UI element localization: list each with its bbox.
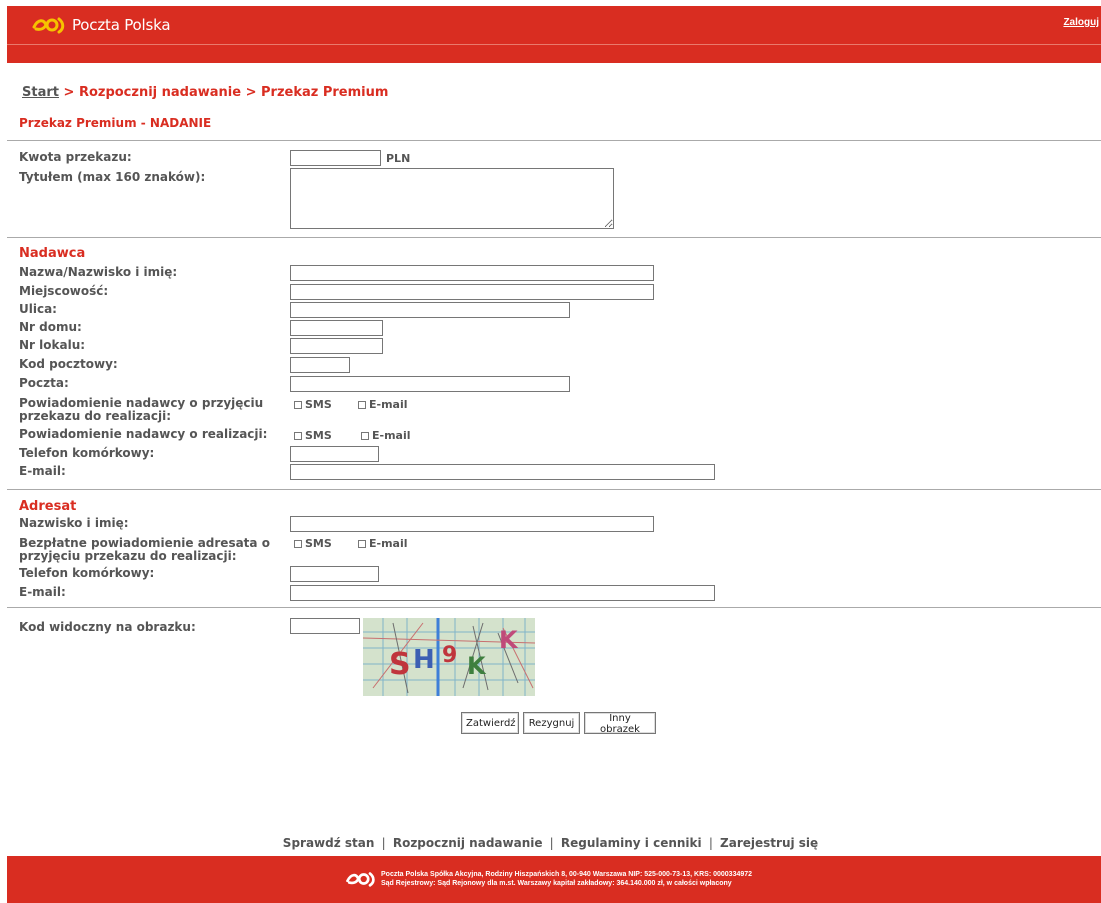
recipient-heading: Adresat bbox=[19, 499, 77, 514]
divider bbox=[7, 237, 1101, 238]
poczta-polska-horn-icon bbox=[32, 17, 65, 34]
divider bbox=[7, 489, 1101, 490]
breadcrumb-current: Przekaz Premium bbox=[261, 85, 389, 100]
sender-phone-label: Telefon komórkowy: bbox=[19, 446, 155, 460]
checkbox-box[interactable] bbox=[358, 539, 366, 548]
footer-separator: | bbox=[708, 836, 713, 850]
checkbox-label: E-mail bbox=[372, 429, 411, 442]
recipient-notify-sms-checkbox[interactable]: SMS bbox=[294, 537, 332, 550]
footer-links: Sprawdź stan | Rozpocznij nadawanie | Re… bbox=[0, 836, 1101, 850]
header-divider bbox=[7, 44, 1101, 45]
captcha-input[interactable] bbox=[290, 618, 360, 634]
sender-notify-done-sms-checkbox[interactable]: SMS bbox=[294, 429, 332, 442]
checkbox-label: SMS bbox=[305, 429, 332, 442]
footer-separator: | bbox=[381, 836, 386, 850]
currency-label: PLN bbox=[386, 152, 411, 165]
footer-link-register[interactable]: Zarejestruj się bbox=[720, 836, 818, 850]
checkbox-box[interactable] bbox=[294, 539, 302, 548]
sender-street-input[interactable] bbox=[290, 302, 570, 318]
checkbox-box[interactable] bbox=[361, 431, 369, 440]
checkbox-box[interactable] bbox=[358, 400, 366, 409]
divider bbox=[7, 607, 1101, 608]
sender-notify-accept-label: Powiadomienie nadawcy o przyjęciu przeka… bbox=[19, 397, 263, 423]
sender-post-label: Poczta: bbox=[19, 376, 69, 390]
label-line: przyjęciu przekazu do realizacji: bbox=[19, 549, 237, 563]
captcha-char: S bbox=[389, 647, 411, 682]
login-link[interactable]: Zaloguj bbox=[1063, 17, 1099, 28]
cancel-button[interactable]: Rezygnuj bbox=[523, 712, 580, 734]
sender-post-office-input[interactable] bbox=[290, 376, 570, 392]
sender-notify-done-label: Powiadomienie nadawcy o realizacji: bbox=[19, 427, 268, 441]
sender-street-label: Ulica: bbox=[19, 302, 57, 316]
sender-city-input[interactable] bbox=[290, 284, 654, 300]
breadcrumb-start-link[interactable]: Start bbox=[22, 85, 59, 100]
amount-label: Kwota przekazu: bbox=[19, 150, 132, 164]
checkbox-box[interactable] bbox=[294, 400, 302, 409]
sender-house-label: Nr domu: bbox=[19, 320, 82, 334]
captcha-char: K bbox=[467, 652, 487, 680]
sender-name-input[interactable] bbox=[290, 265, 654, 281]
captcha-char: H bbox=[413, 645, 435, 675]
footer-link-check-status[interactable]: Sprawdź stan bbox=[283, 836, 375, 850]
footer-company-info: Poczta Polska Spółka Akcyjna, Rodziny Hi… bbox=[381, 870, 752, 888]
footer-line: Poczta Polska Spółka Akcyjna, Rodziny Hi… bbox=[381, 871, 753, 878]
recipient-phone-label: Telefon komórkowy: bbox=[19, 566, 155, 580]
footer-line: Sąd Rejestrowy: Sąd Rejonowy dla m.st. W… bbox=[381, 880, 732, 887]
header-bar: Poczta Polska Zaloguj bbox=[7, 6, 1101, 63]
breadcrumb-separator: > bbox=[58, 85, 79, 100]
sender-phone-input[interactable] bbox=[290, 446, 379, 462]
breadcrumb-step: Rozpocznij nadawanie bbox=[78, 85, 242, 100]
sender-notify-accept-sms-checkbox[interactable]: SMS bbox=[294, 398, 332, 411]
footer-bar: Poczta Polska Spółka Akcyjna, Rodziny Hi… bbox=[7, 856, 1101, 903]
other-image-button[interactable]: Inny obrazek bbox=[584, 712, 656, 735]
breadcrumb: Start > Rozpocznij nadawanie > Przekaz P… bbox=[22, 85, 388, 100]
page-title: Przekaz Premium - NADANIE bbox=[19, 116, 212, 130]
checkbox-label: SMS bbox=[305, 398, 332, 411]
recipient-phone-input[interactable] bbox=[290, 566, 379, 582]
logo[interactable]: Poczta Polska bbox=[32, 13, 171, 37]
sender-flat-label: Nr lokalu: bbox=[19, 338, 86, 352]
captcha-image-graphic: S H 9 K K bbox=[363, 618, 535, 696]
recipient-notify-email-checkbox[interactable]: E-mail bbox=[358, 537, 408, 550]
logo-text: Poczta Polska bbox=[72, 16, 171, 34]
captcha-label: Kod widoczny na obrazku: bbox=[19, 620, 196, 634]
label-line: przekazu do realizacji: bbox=[19, 409, 172, 423]
sender-name-label: Nazwa/Nazwisko i imię: bbox=[19, 265, 178, 279]
sender-postcode-label: Kod pocztowy: bbox=[19, 357, 118, 371]
sender-notify-done-email-checkbox[interactable]: E-mail bbox=[361, 429, 411, 442]
submit-button[interactable]: Zatwierdź bbox=[461, 712, 519, 734]
sender-city-label: Miejscowość: bbox=[19, 284, 109, 298]
captcha-char: K bbox=[499, 626, 519, 654]
checkbox-label: SMS bbox=[305, 537, 332, 550]
sender-flat-number-input[interactable] bbox=[290, 338, 383, 354]
checkbox-label: E-mail bbox=[369, 537, 408, 550]
breadcrumb-separator: > bbox=[241, 85, 262, 100]
footer-link-start-sending[interactable]: Rozpocznij nadawanie bbox=[393, 836, 543, 850]
divider bbox=[7, 140, 1101, 141]
recipient-notify-label: Bezpłatne powiadomienie adresata o przyj… bbox=[19, 537, 270, 563]
sender-house-number-input[interactable] bbox=[290, 320, 383, 336]
sender-email-label: E-mail: bbox=[19, 464, 66, 478]
sender-email-input[interactable] bbox=[290, 464, 715, 480]
sender-postcode-input[interactable] bbox=[290, 357, 350, 373]
sender-heading: Nadawca bbox=[19, 246, 86, 261]
captcha-image: S H 9 K K bbox=[363, 618, 535, 696]
recipient-name-input[interactable] bbox=[290, 516, 654, 532]
recipient-email-input[interactable] bbox=[290, 585, 715, 601]
footer-link-regulations[interactable]: Regulaminy i cenniki bbox=[561, 836, 702, 850]
recipient-name-label: Nazwisko i imię: bbox=[19, 516, 129, 530]
sender-notify-accept-email-checkbox[interactable]: E-mail bbox=[358, 398, 408, 411]
title-textarea[interactable] bbox=[290, 168, 614, 229]
poczta-polska-horn-icon bbox=[346, 872, 375, 887]
title-label: Tytułem (max 160 znaków): bbox=[19, 170, 206, 184]
captcha-char: 9 bbox=[442, 643, 457, 668]
footer-separator: | bbox=[549, 836, 554, 850]
checkbox-label: E-mail bbox=[369, 398, 408, 411]
recipient-email-label: E-mail: bbox=[19, 585, 66, 599]
amount-input[interactable] bbox=[290, 150, 381, 166]
checkbox-box[interactable] bbox=[294, 431, 302, 440]
